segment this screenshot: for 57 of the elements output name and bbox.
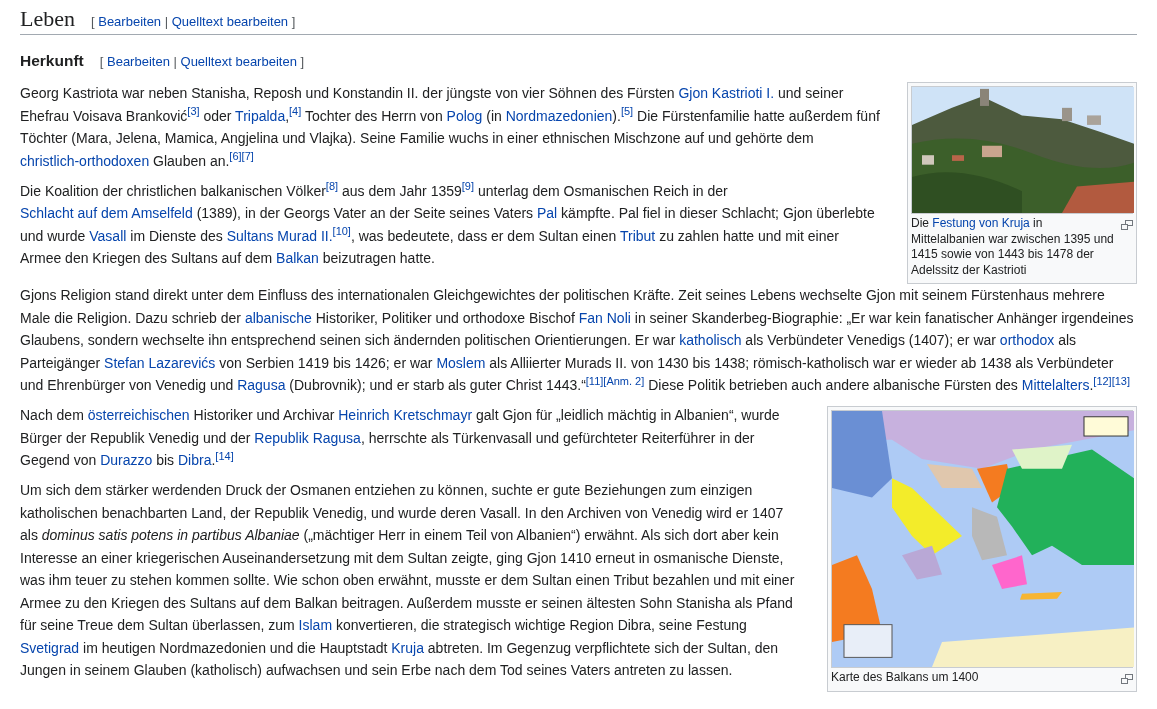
text-link[interactable]: Schlacht auf dem Amselfeld bbox=[20, 205, 193, 221]
text-link[interactable]: Polog bbox=[446, 107, 483, 124]
enlarge-icon[interactable] bbox=[1121, 674, 1133, 684]
edit-link[interactable]: Bearbeiten bbox=[107, 54, 170, 69]
text-link[interactable]: Svetigrad bbox=[20, 639, 80, 656]
text-link[interactable]: österreichischen bbox=[87, 407, 190, 423]
text-link[interactable]: Ragusa bbox=[237, 377, 286, 393]
reference-link[interactable]: [4] bbox=[289, 105, 302, 117]
text-link[interactable]: Tribut bbox=[619, 227, 656, 244]
bracket: [ bbox=[90, 14, 95, 29]
text-link[interactable]: albanische bbox=[244, 309, 312, 326]
enlarge-icon[interactable] bbox=[1121, 220, 1133, 230]
reference-link[interactable]: [9] bbox=[461, 180, 475, 192]
reference-link[interactable]: [12] bbox=[1093, 374, 1112, 387]
figure-caption: Karte des Balkans um 1400 bbox=[831, 670, 980, 686]
subsection-heading: Herkunft bbox=[20, 51, 84, 71]
reference-link[interactable]: [13] bbox=[1111, 374, 1131, 387]
text-link[interactable]: Fan Noli bbox=[578, 309, 631, 326]
text-link[interactable]: orthodox bbox=[999, 332, 1055, 348]
bracket: ] bbox=[300, 54, 305, 69]
text-link[interactable]: Festung von Kruja bbox=[932, 216, 1030, 230]
text-link[interactable]: Heinrich Kretschmayr bbox=[338, 407, 473, 423]
text-link[interactable]: Moslem bbox=[436, 354, 486, 371]
text-link[interactable]: Durazzo bbox=[100, 452, 153, 468]
text-link[interactable]: Sultans Murad II. bbox=[226, 227, 333, 244]
text-link[interactable]: Pal bbox=[537, 205, 558, 221]
figure-caption: Die Festung von Kruja in Mittelalbanien war zwischen 1395 und 1415 sowie von 1443 bis 1478 der Adelssitz der Kastrioti bbox=[911, 216, 1115, 278]
text-link[interactable]: Islam bbox=[298, 617, 333, 633]
reference-link[interactable]: [11] bbox=[585, 374, 604, 387]
paragraph: Nach dem österreichischen Historiker und Archivar Heinrich Kretschmayr galt Gjon für „leidlich mächtig in Albanien“, wurde Bürger der Republik Venedig und der Republik Ragusa, herrschte als Türkenvasall und gefürchteter Reiterführer in der Gegend von Durazzo bis Dibra.$^{[14]}$ bbox=[20, 406, 781, 470]
text-link[interactable]: christlich-orthodoxen bbox=[20, 152, 150, 169]
reference-link[interactable]: [Anm. 2] bbox=[603, 374, 645, 387]
reference-link[interactable]: [7] bbox=[241, 150, 254, 162]
paragraph: Um sich dem stärker werdenden Druck der Osmanen entziehen zu können, suchte er gute Beziehungen zum einzigen katholischen benachbarten Land, der Republik Venedig, und wurde deren Vasall. In den Archiven von Venedig wird er 1407 als dominus satis potens in partibus Albaniae („mächtiger Herr in einem Teil von Albanien“) erwähnt. Als sich dort aber kein Interesse an einer kriegerischen Auseinandersetzung mit dem Sultan zeigte, ging Gjon 1410 erneut in osmanische Dienste, was ihm teuer zu stehen kommen sollte. Wie schon oben erwähnt, musste er dem Sultan einen Tribut bezahlen und mit einer Armee zu den Kriegen des Sultans auf dem Balkan beitragen. Außerdem musste er seinen ältesten Sohn Stanisha als Pfand für seine Treue dem Sultan überlassen, zum Islam konvertieren, die strategisch wichtige Region Dibra, seine Festung Svetigrad im heutigen Nordmazedonien und die Hauptstadt Kruja abtreten. Im Gegenzug verpflichtete sich der Sultan, den Jungen in seinem Glauben (katholisch) aufwachsen und sein Erbe nach dem Tod seines Vaters antreten zu lassen. bbox=[20, 481, 796, 680]
text-link[interactable]: Stefan Lazarevićs bbox=[104, 354, 216, 371]
text-link[interactable]: Gjon Kastrioti I. bbox=[678, 85, 775, 101]
section-heading: Leben bbox=[20, 6, 75, 32]
edit-link[interactable]: Bearbeiten bbox=[98, 14, 162, 29]
text-link[interactable]: katholisch bbox=[679, 332, 742, 348]
text-link[interactable]: Nordmazedonien bbox=[505, 107, 613, 124]
reference-link[interactable]: [3] bbox=[187, 105, 200, 117]
text-link[interactable]: Kruja bbox=[391, 639, 424, 656]
text-link[interactable]: Balkan bbox=[276, 250, 319, 266]
reference-link[interactable]: [6] bbox=[229, 150, 242, 162]
edit-link[interactable]: Quelltext bearbeiten bbox=[180, 54, 297, 69]
paragraph: Die Koalition der christlichen balkanischen Völker$^{[8]}$ aus dem Jahr 1359$^{[9]}$ unterlag dem Osmanischen Reich in der Schlacht auf dem Amselfeld (1389), in der Georgs Vater an der Seite seines Vaters Pal kämpfte. Pal fiel in dieser Schlacht; Gjon überlebte und wurde Vasall im Dienste des Sultans Murad II.$^{[10]}$, was bedeutete, dass er dem Sultan einen Tribut zu zahlen hatte und mit einer Armee den Kriegen des Sultans auf dem Balkan beizutragen hatte. bbox=[20, 179, 876, 268]
separator: | bbox=[173, 54, 177, 69]
reference-link[interactable]: [14] bbox=[215, 449, 234, 462]
edit-link[interactable]: Quelltext bearbeiten bbox=[171, 14, 289, 29]
reference-link[interactable]: [10] bbox=[332, 225, 351, 237]
separator: | bbox=[164, 14, 169, 29]
text-link[interactable]: Vasall bbox=[89, 227, 127, 244]
bracket: ] bbox=[291, 14, 296, 29]
reference-link[interactable]: [8] bbox=[325, 180, 339, 192]
reference-link[interactable]: [5] bbox=[620, 105, 634, 117]
text-link[interactable]: Republik Ragusa bbox=[254, 429, 361, 446]
bracket: [ bbox=[99, 54, 104, 69]
